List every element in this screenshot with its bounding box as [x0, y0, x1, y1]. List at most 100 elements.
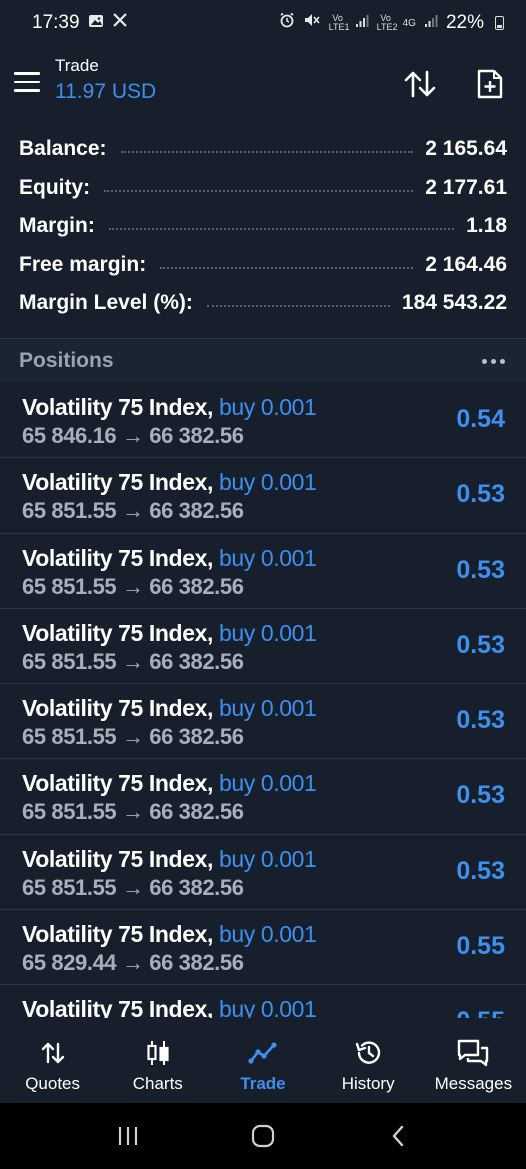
nav-label: Trade [240, 1074, 286, 1093]
alarm-icon [279, 12, 295, 34]
balance-value: 2 165.64 [425, 137, 507, 161]
bottom-nav: Quotes Charts Trade History Messages [0, 1018, 526, 1103]
position-row[interactable]: Volatility 75 Index, buy 0.001 65 846.16… [0, 383, 526, 459]
position-row[interactable]: Volatility 75 Index, buy 0.001 0.55 [0, 985, 526, 1018]
equity-row: Equity: 2 177.61 [0, 169, 526, 208]
margin-level-value: 184 543.22 [401, 291, 507, 315]
positions-title: Positions [19, 349, 114, 372]
position-symbol: Volatility 75 Index, [22, 921, 213, 948]
position-profit: 0.55 [456, 1007, 505, 1018]
network-label: 4G [402, 17, 416, 29]
more-dots-icon[interactable] [480, 353, 507, 370]
page-title: Trade [55, 56, 99, 75]
signal-icon [355, 12, 369, 34]
position-symbol: Volatility 75 Index, [22, 394, 213, 420]
equity-value: 2 177.61 [425, 175, 507, 199]
position-symbol: Volatility 75 Index, [22, 845, 213, 872]
nav-trade[interactable]: Trade [212, 1018, 314, 1094]
position-prices: 65 851.55 → 66 382.56 [22, 498, 244, 524]
account-summary: Balance: 2 165.64 Equity: 2 177.61 Margi… [0, 130, 526, 323]
position-symbol: Volatility 75 Index, [22, 695, 213, 722]
margin-label: Margin: [19, 214, 95, 238]
position-row[interactable]: Volatility 75 Index, buy 0.001 65 851.55… [0, 534, 526, 609]
home-icon[interactable] [238, 1116, 288, 1156]
messages-icon [422, 1036, 524, 1070]
status-bar: 17:39 Vo LTE1 Vo LTE2 4G 22% [0, 0, 526, 46]
image-icon [88, 12, 104, 34]
nav-label: Quotes [25, 1074, 80, 1093]
position-row[interactable]: Volatility 75 Index, buy 0.001 65 851.55… [0, 609, 526, 685]
nav-label: Messages [434, 1074, 513, 1093]
position-row[interactable]: Volatility 75 Index, buy 0.001 65 851.55… [0, 458, 526, 534]
status-time: 17:39 [32, 12, 80, 33]
dotted-leader [108, 228, 455, 231]
trade-icon [212, 1036, 314, 1070]
position-profit: 0.54 [456, 405, 505, 433]
title-block: Trade 11.97 USD [55, 56, 156, 104]
position-prices: 65 851.55 → 66 382.56 [22, 724, 244, 750]
position-prices: 65 851.55 → 66 382.56 [22, 874, 244, 900]
position-side: buy 0.001 [218, 921, 317, 948]
battery-level: 22% [445, 12, 484, 33]
position-side: buy 0.001 [218, 770, 317, 797]
position-prices: 65 851.55 → 66 382.56 [22, 648, 244, 674]
free-margin-row: Free margin: 2 164.46 [0, 246, 526, 285]
position-side: buy 0.001 [218, 996, 317, 1018]
position-side: buy 0.001 [218, 845, 317, 872]
nav-messages[interactable]: Messages [422, 1018, 524, 1094]
position-symbol: Volatility 75 Index, [22, 469, 213, 496]
margin-row: Margin: 1.18 [0, 207, 526, 246]
position-row[interactable]: Volatility 75 Index, buy 0.001 65 851.55… [0, 835, 526, 911]
position-prices: 65 851.55 → 66 382.56 [22, 573, 244, 599]
sim1-label: Vo LTE1 [328, 13, 350, 32]
dotted-leader [160, 266, 414, 269]
signal-icon [424, 12, 438, 34]
position-profit: 0.53 [456, 555, 505, 584]
position-side: buy 0.001 [218, 695, 317, 722]
nav-label: Charts [132, 1074, 183, 1093]
charts-icon [107, 1036, 209, 1070]
sort-icon[interactable] [400, 64, 440, 104]
balance-row: Balance: 2 165.64 [0, 130, 526, 169]
margin-level-label: Margin Level (%): [19, 291, 193, 315]
recent-apps-icon[interactable] [103, 1116, 153, 1156]
dotted-leader [104, 189, 414, 192]
position-prices: 65 829.44 → 66 382.56 [22, 950, 244, 976]
nav-history[interactable]: History [317, 1018, 419, 1094]
history-icon [317, 1036, 419, 1070]
position-profit: 0.55 [456, 932, 505, 961]
position-prices: 65 846.16 → 66 382.56 [22, 423, 244, 448]
position-row[interactable]: Volatility 75 Index, buy 0.001 65 829.44… [0, 910, 526, 986]
sim2-label: Vo LTE2 [376, 13, 398, 32]
back-icon[interactable] [373, 1116, 423, 1156]
position-symbol: Volatility 75 Index, [22, 544, 213, 571]
position-row[interactable]: Volatility 75 Index, buy 0.001 65 851.55… [0, 684, 526, 760]
position-symbol: Volatility 75 Index, [22, 770, 213, 797]
app-header: Trade 11.97 USD [0, 50, 526, 118]
margin-value: 1.18 [466, 214, 507, 238]
free-margin-label: Free margin: [19, 252, 147, 276]
free-margin-value: 2 164.46 [425, 252, 507, 276]
position-row[interactable]: Volatility 75 Index, buy 0.001 65 851.55… [0, 759, 526, 835]
position-symbol: Volatility 75 Index, [22, 619, 213, 646]
position-prices: 65 851.55 → 66 382.56 [22, 799, 244, 825]
positions-header: Positions [0, 339, 526, 383]
equity-label: Equity: [19, 175, 91, 199]
position-side: buy 0.001 [218, 619, 317, 646]
position-side: buy 0.001 [218, 469, 317, 496]
nav-charts[interactable]: Charts [107, 1018, 209, 1094]
dotted-leader [206, 305, 390, 308]
position-side: buy 0.001 [218, 394, 317, 420]
nav-quotes[interactable]: Quotes [2, 1018, 104, 1094]
positions-list: Volatility 75 Index, buy 0.001 65 846.16… [0, 383, 526, 1018]
battery-icon [495, 16, 504, 30]
position-profit: 0.53 [456, 706, 505, 735]
system-nav-bar [0, 1103, 526, 1169]
new-order-icon[interactable] [470, 64, 510, 104]
menu-icon[interactable] [14, 72, 40, 92]
position-profit: 0.53 [456, 856, 505, 885]
mute-icon [303, 12, 321, 34]
position-symbol: Volatility 75 Index, [22, 996, 213, 1018]
position-profit: 0.53 [456, 480, 505, 509]
quotes-icon [2, 1036, 104, 1070]
